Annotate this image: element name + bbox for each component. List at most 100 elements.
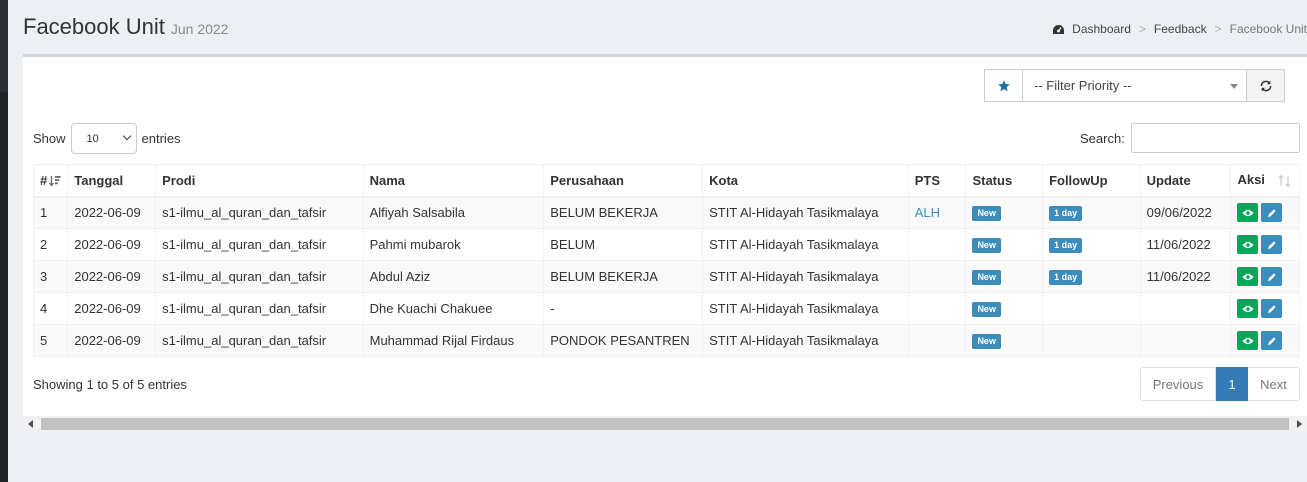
chevron-down-icon	[122, 131, 131, 141]
column-header-update[interactable]: Update	[1139, 164, 1232, 198]
view-button[interactable]	[1237, 235, 1259, 254]
horizontal-scrollbar[interactable]	[23, 416, 1307, 432]
cell-followup: 1 day	[1042, 228, 1141, 261]
table-row: 2 2022-06-09 s1-ilmu_al_quran_dan_tafsir…	[32, 228, 1300, 261]
view-button[interactable]	[1237, 331, 1259, 350]
page-title: Facebook Unit	[23, 14, 165, 39]
cell-pts	[907, 324, 967, 357]
length-control: Show 10 entries	[33, 123, 181, 154]
view-button[interactable]	[1237, 267, 1259, 286]
column-header-no[interactable]: #	[32, 164, 69, 198]
cell-prodi: s1-ilmu_al_quran_dan_tafsir	[155, 260, 364, 293]
column-header-status[interactable]: Status	[965, 164, 1044, 198]
view-button[interactable]	[1237, 299, 1259, 318]
cell-perusahaan: -	[543, 292, 704, 325]
priority-select-placeholder: -- Filter Priority --	[1034, 78, 1132, 93]
cell-perusahaan: PONDOK PESANTREN	[543, 324, 704, 357]
cell-nama: Pahmi mubarok	[362, 228, 545, 261]
cell-update: 11/06/2022	[1139, 228, 1232, 261]
page-header: Facebook Unit Jun 2022	[23, 14, 228, 40]
cell-update: 09/06/2022	[1139, 196, 1232, 229]
cell-status: New	[965, 260, 1044, 293]
cell-status: New	[965, 196, 1044, 229]
cell-nama: Dhe Kuachi Chakuee	[362, 292, 545, 325]
cell-aksi	[1230, 196, 1300, 229]
breadcrumb-facebook-unit: Facebook Unit	[1229, 22, 1307, 36]
cell-prodi: s1-ilmu_al_quran_dan_tafsir	[155, 196, 364, 229]
left-edge-strip	[0, 0, 8, 482]
cell-no: 2	[32, 228, 69, 261]
cell-nama: Alfiyah Salsabila	[362, 196, 545, 229]
cell-tanggal: 2022-06-09	[67, 292, 157, 325]
cell-perusahaan: BELUM BEKERJA	[543, 196, 704, 229]
cell-update	[1139, 292, 1232, 325]
cell-kota: STIT Al-Hidayah Tasikmalaya	[702, 228, 909, 261]
eye-icon	[1242, 305, 1254, 312]
cell-followup: 1 day	[1042, 196, 1141, 229]
scroll-right-arrow-icon[interactable]	[1297, 420, 1302, 428]
star-button[interactable]	[984, 69, 1022, 102]
table-row: 4 2022-06-09 s1-ilmu_al_quran_dan_tafsir…	[32, 292, 1300, 325]
cell-status: New	[965, 228, 1044, 261]
priority-filter: -- Filter Priority --	[984, 69, 1285, 102]
search-control: Search:	[1080, 123, 1300, 153]
cell-aksi	[1230, 228, 1300, 261]
column-header-aksi[interactable]: Aksi	[1230, 164, 1300, 198]
status-badge: New	[972, 238, 1001, 253]
priority-select[interactable]: -- Filter Priority --	[1022, 69, 1247, 102]
edit-button[interactable]	[1261, 299, 1283, 318]
cell-prodi: s1-ilmu_al_quran_dan_tafsir	[155, 292, 364, 325]
entries-length-select[interactable]: 10	[70, 123, 137, 154]
scrollbar-thumb[interactable]	[41, 418, 1289, 430]
column-header-prodi[interactable]: Prodi	[155, 164, 364, 198]
table-row: 5 2022-06-09 s1-ilmu_al_quran_dan_tafsir…	[32, 324, 1300, 357]
cell-no: 4	[32, 292, 69, 325]
cell-kota: STIT Al-Hidayah Tasikmalaya	[702, 324, 909, 357]
view-button[interactable]	[1237, 203, 1259, 223]
table-row: 3 2022-06-09 s1-ilmu_al_quran_dan_tafsir…	[32, 260, 1300, 293]
page-1-button[interactable]: 1	[1216, 367, 1248, 401]
cell-aksi	[1230, 260, 1300, 293]
pencil-icon	[1267, 240, 1276, 249]
column-header-tanggal[interactable]: Tanggal	[67, 164, 157, 198]
breadcrumb-dashboard[interactable]: Dashboard	[1072, 22, 1131, 36]
cell-perusahaan: BELUM BEKERJA	[543, 260, 704, 293]
column-header-kota[interactable]: Kota	[702, 164, 909, 198]
status-badge: New	[972, 206, 1001, 222]
column-header-pts[interactable]: PTS	[907, 164, 967, 198]
edit-button[interactable]	[1261, 331, 1283, 350]
previous-page-button[interactable]: Previous	[1140, 367, 1216, 401]
content-box: -- Filter Priority -- Show 10 entries Se…	[23, 54, 1307, 416]
cell-followup: 1 day	[1042, 260, 1141, 293]
entries-length-value: 10	[86, 132, 99, 145]
next-page-button[interactable]: Next	[1248, 367, 1300, 401]
cell-tanggal: 2022-06-09	[67, 228, 157, 261]
edit-button[interactable]	[1261, 203, 1283, 223]
cell-no: 3	[32, 260, 69, 293]
cell-perusahaan: BELUM	[543, 228, 704, 261]
cell-no: 5	[32, 324, 69, 357]
dashboard-icon	[1053, 24, 1065, 34]
scroll-left-arrow-icon[interactable]	[28, 420, 33, 428]
breadcrumb-feedback[interactable]: Feedback	[1154, 22, 1207, 36]
cell-pts	[907, 292, 967, 325]
edit-button[interactable]	[1261, 235, 1283, 254]
search-input[interactable]	[1130, 123, 1300, 153]
pts-link[interactable]: ALH	[915, 205, 940, 220]
status-badge: New	[972, 334, 1001, 349]
page-subtitle: Jun 2022	[170, 21, 229, 37]
cell-tanggal: 2022-06-09	[67, 324, 157, 357]
pagination: Previous 1 Next	[1140, 367, 1300, 401]
cell-prodi: s1-ilmu_al_quran_dan_tafsir	[155, 324, 364, 357]
refresh-button[interactable]	[1247, 69, 1285, 102]
column-header-followup[interactable]: FollowUp	[1042, 164, 1141, 198]
cell-no: 1	[32, 196, 69, 229]
cell-followup	[1042, 292, 1141, 325]
pencil-icon	[1267, 272, 1276, 281]
column-header-perusahaan[interactable]: Perusahaan	[543, 164, 704, 198]
cell-kota: STIT Al-Hidayah Tasikmalaya	[702, 260, 909, 293]
edit-button[interactable]	[1261, 267, 1283, 286]
column-header-nama[interactable]: Nama	[362, 164, 545, 198]
entries-label: entries	[141, 131, 181, 146]
refresh-icon	[1260, 80, 1271, 91]
